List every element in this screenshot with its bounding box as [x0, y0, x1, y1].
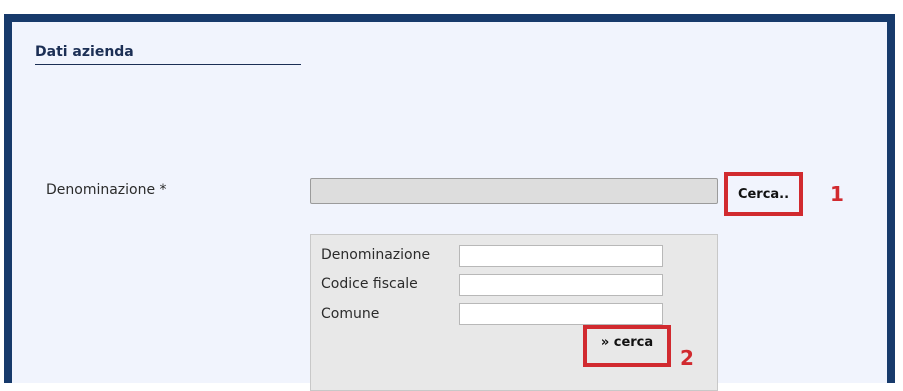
form-frame: Dati azienda Denominazione * Cerca.. 1 D…: [4, 14, 895, 391]
panel-comune-label: Comune: [321, 306, 380, 322]
panel-codice-fiscale-input[interactable]: [459, 274, 663, 296]
panel-comune-input[interactable]: [459, 303, 663, 325]
search-button[interactable]: » cerca: [583, 325, 671, 367]
section-title: Dati azienda: [35, 44, 301, 65]
callout-1: 1: [830, 182, 844, 206]
callout-2: 2: [680, 346, 694, 370]
cerca-button[interactable]: Cerca..: [724, 172, 803, 216]
panel-codice-fiscale-label: Codice fiscale: [321, 276, 418, 292]
denominazione-input[interactable]: [310, 178, 718, 204]
denominazione-label: Denominazione *: [46, 182, 167, 198]
panel-denominazione-input[interactable]: [459, 245, 663, 267]
search-panel: Denominazione Codice fiscale Comune » ce…: [310, 234, 718, 391]
panel-denominazione-label: Denominazione: [321, 247, 431, 263]
